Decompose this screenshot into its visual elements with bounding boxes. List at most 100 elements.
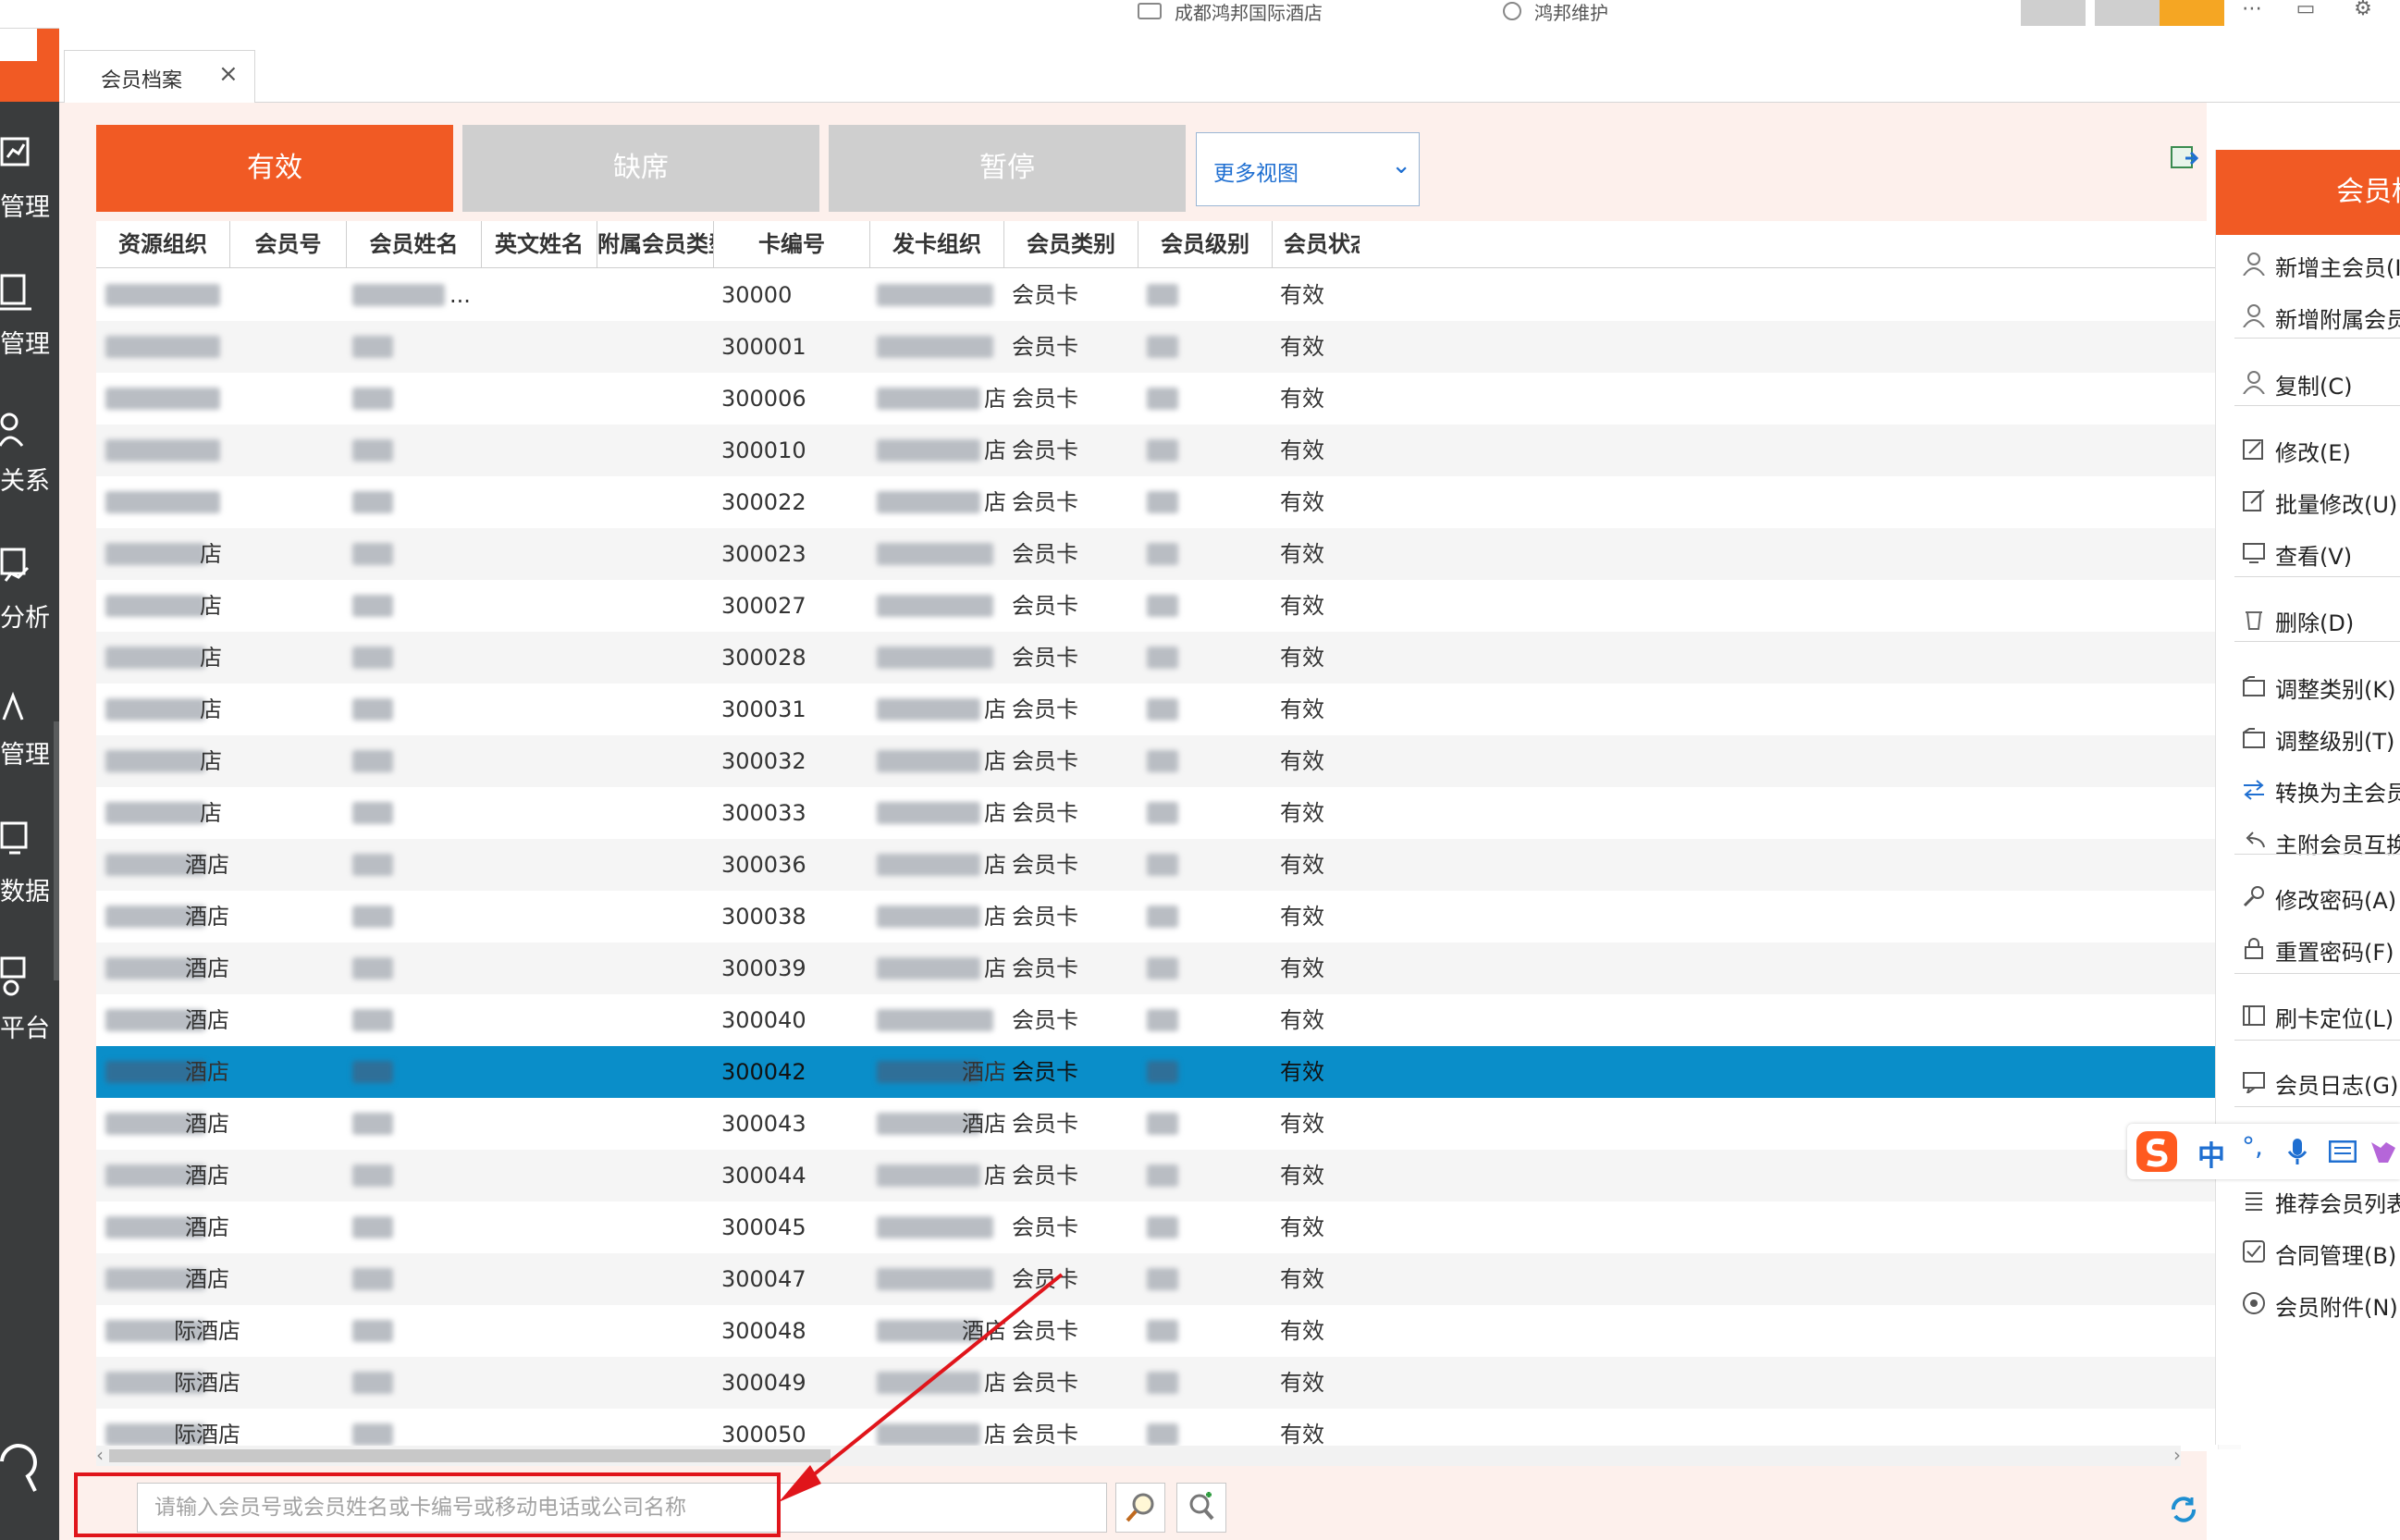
action-divider	[2234, 1106, 2400, 1107]
toolbar-button-1[interactable]	[2021, 0, 2086, 26]
action-item[interactable]: 新增主会员(I)	[2216, 242, 2400, 287]
card-no-cell: 300040	[721, 1007, 806, 1033]
category-cell: 会员卡	[1012, 1007, 1078, 1033]
column-header-member-no[interactable]: 会员号	[230, 221, 347, 267]
chevron-right-icon[interactable]: ›	[2173, 1444, 2181, 1466]
tab-member-archive[interactable]: 会员档案 ×	[64, 50, 255, 104]
settings-icon[interactable]: ⚙	[2349, 0, 2377, 22]
action-item[interactable]: 重置密码(F)	[2216, 927, 2400, 971]
column-header-category[interactable]: 会员类别	[1004, 221, 1138, 267]
table-row[interactable]: 酒店 300036 店会员卡 有效	[96, 839, 2244, 891]
toolbar-button-2[interactable]	[2095, 0, 2160, 26]
horizontal-scrollbar[interactable]: ‹ ›	[96, 1444, 2181, 1466]
column-header-member-name[interactable]: 会员姓名	[347, 221, 482, 267]
action-item[interactable]: 推荐会员列表	[2216, 1178, 2400, 1223]
table-row[interactable]: 店 300023 会员卡 有效	[96, 528, 2244, 580]
action-item[interactable]: 刷卡定位(L)	[2216, 993, 2400, 1038]
chevron-left-icon[interactable]: ‹	[96, 1444, 104, 1466]
table-row[interactable]: 店 300033 店会员卡 有效	[96, 787, 2244, 839]
column-header-status[interactable]: 会员状态	[1273, 221, 1360, 267]
ime-mode[interactable]: 中	[2197, 1133, 2225, 1174]
column-header-sub-member-type[interactable]: 附属会员类型	[597, 221, 714, 267]
table-row[interactable]: 店 300028 会员卡 有效	[96, 632, 2244, 684]
table-row[interactable]: 酒店 300045 会员卡 有效	[96, 1201, 2244, 1253]
column-header-issuer[interactable]: 发卡组织	[870, 221, 1004, 267]
search-input[interactable]	[137, 1483, 1107, 1533]
table-row[interactable]: 店 300027 会员卡 有效	[96, 580, 2244, 632]
download-icon[interactable]: ▭	[2292, 0, 2320, 22]
table-row[interactable]: 际酒店 300049 店会员卡 有效	[96, 1357, 2244, 1409]
action-item[interactable]: 新增附属会员	[2216, 294, 2400, 339]
redacted-name	[352, 595, 393, 617]
action-item[interactable]: 修改(E)	[2216, 427, 2400, 472]
microphone-icon[interactable]	[2286, 1137, 2308, 1166]
table-row[interactable]: 酒店 300044 店会员卡 有效	[96, 1150, 2244, 1201]
redacted-level	[1147, 388, 1178, 410]
column-header-org[interactable]: 资源组织	[96, 221, 230, 267]
redacted-level	[1147, 1113, 1178, 1135]
nav-item-6[interactable]: 数据	[0, 814, 59, 925]
table-row[interactable]: 酒店 300040 会员卡 有效	[96, 994, 2244, 1046]
action-item[interactable]: 批量修改(U)	[2216, 479, 2400, 524]
table-row[interactable]: ... 30000 会员卡 有效	[96, 269, 2244, 321]
status-cell: 有效	[1280, 1318, 1324, 1344]
table-row[interactable]: 酒店 300047 会员卡 有效	[96, 1253, 2244, 1305]
action-item[interactable]: 调整类别(K)	[2216, 664, 2400, 708]
action-item[interactable]: 查看(V)	[2216, 531, 2400, 575]
table-row[interactable]: 300001 会员卡 有效	[96, 321, 2244, 373]
tab-valid[interactable]: 有效	[96, 125, 453, 212]
action-item[interactable]: 删除(D)	[2216, 598, 2400, 642]
action-item[interactable]: 调整级别(T)	[2216, 716, 2400, 760]
toolbar-menu-button[interactable]	[2160, 0, 2224, 26]
close-icon[interactable]: ×	[218, 60, 239, 88]
redacted-org	[105, 284, 220, 306]
support-icon[interactable]	[0, 1424, 37, 1508]
nav-item-7[interactable]: 平台	[0, 951, 59, 1062]
advanced-search-button[interactable]	[1176, 1483, 1226, 1533]
table-row[interactable]: 酒店 300038 店会员卡 有效	[96, 891, 2244, 942]
nav-item-3[interactable]: 关系	[0, 403, 59, 514]
table-row[interactable]: 300010 店会员卡 有效	[96, 425, 2244, 476]
column-header-english-name[interactable]: 英文姓名	[482, 221, 597, 267]
org-cell: 酒店	[185, 1214, 229, 1240]
more-icon[interactable]: ⋯	[2238, 0, 2266, 22]
tab-suspended[interactable]: 暂停	[829, 125, 1186, 212]
nav-item-2[interactable]: 管理	[0, 266, 59, 377]
action-item[interactable]: 转换为主会员	[2216, 768, 2400, 812]
column-header-level[interactable]: 会员级别	[1138, 221, 1273, 267]
nav-item-4[interactable]: 分析	[0, 540, 59, 651]
table-row[interactable]: 店 300032 店会员卡 有效	[96, 735, 2244, 787]
scrollbar-thumb[interactable]	[109, 1449, 831, 1462]
action-item[interactable]: 合同管理(B)	[2216, 1230, 2400, 1275]
column-header-card-no[interactable]: 卡编号	[714, 221, 870, 267]
table-row[interactable]: 300022 店会员卡 有效	[96, 476, 2244, 528]
table-row[interactable]: 际酒店 300048 酒店 会员卡 有效	[96, 1305, 2244, 1357]
tab-absent[interactable]: 缺席	[462, 125, 819, 212]
nav-item-5[interactable]: 管理	[0, 677, 59, 788]
action-item[interactable]: 主附会员互换	[2216, 819, 2400, 864]
table-row[interactable]: 店 300031 店会员卡 有效	[96, 684, 2244, 735]
redacted-name	[352, 1061, 393, 1083]
action-item[interactable]: 复制(C)	[2216, 361, 2400, 405]
nav-item-1[interactable]: 管理	[0, 129, 59, 240]
table-row[interactable]: 300006 店会员卡 有效	[96, 373, 2244, 425]
action-item[interactable]: 会员附件(N)	[2216, 1282, 2400, 1326]
search-button[interactable]	[1115, 1483, 1165, 1533]
table-row[interactable]: 酒店 300039 店会员卡 有效	[96, 942, 2244, 994]
redacted-name	[352, 750, 393, 772]
monitor-icon	[0, 274, 31, 311]
action-item[interactable]: 修改密码(A)	[2216, 875, 2400, 919]
ime-toolbar[interactable]: 中 °,	[2127, 1124, 2400, 1179]
action-item[interactable]: 会员日志(G)	[2216, 1060, 2400, 1104]
refresh-icon[interactable]	[2168, 1494, 2199, 1525]
sogou-logo-icon[interactable]	[2135, 1129, 2179, 1174]
table-row[interactable]: 酒店 300043 酒店 会员卡 有效	[96, 1098, 2244, 1150]
keyboard-icon[interactable]	[2329, 1140, 2357, 1163]
skin-icon[interactable]	[2369, 1139, 2397, 1164]
redacted-name	[352, 1113, 393, 1135]
export-excel-icon[interactable]	[2171, 145, 2198, 171]
redacted-org	[105, 750, 205, 772]
punctuation-icon[interactable]: °,	[2242, 1131, 2263, 1162]
more-views-select[interactable]: 更多视图 ⌄	[1196, 132, 1420, 206]
table-row[interactable]: 酒店 300042 酒店 会员卡 有效	[96, 1046, 2244, 1098]
